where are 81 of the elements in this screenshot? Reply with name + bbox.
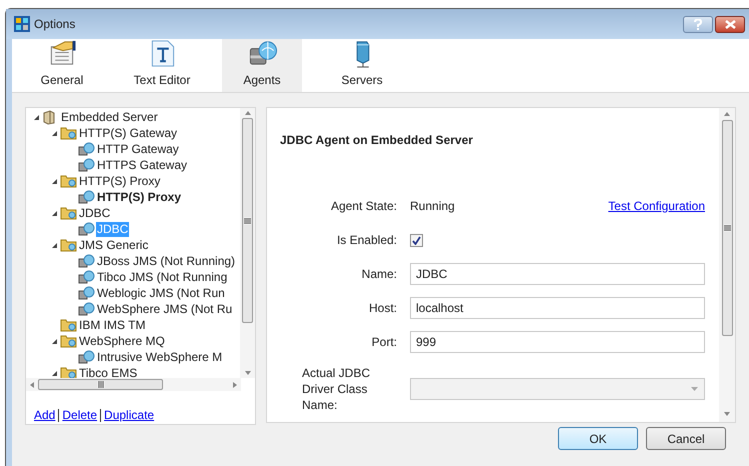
text-field[interactable]: localhost	[410, 297, 705, 319]
help-button[interactable]	[683, 16, 713, 32]
tree-item[interactable]: HTTP Gateway	[96, 142, 180, 156]
tree-item[interactable]: HTTPS Gateway	[96, 158, 188, 172]
scroll-down-icon	[724, 412, 730, 416]
app-icon	[14, 16, 30, 32]
tree-item[interactable]: IBM IMS TM	[78, 318, 146, 332]
tree-item[interactable]: Embedded Server	[60, 110, 159, 124]
field-label: Actual JDBC Driver Class Name:	[301, 365, 372, 413]
expand-arrow-icon[interactable]	[34, 114, 38, 120]
scroll-thumb[interactable]	[242, 118, 253, 323]
agent-icon	[78, 142, 95, 156]
agent-icon	[78, 302, 95, 316]
tree-item[interactable]: JDBC	[78, 206, 112, 220]
scroll-left-icon	[30, 382, 34, 388]
tree-action-link[interactable]: Delete	[62, 406, 98, 424]
field-label: Host:	[368, 300, 398, 316]
tree-action-link[interactable]: Add	[34, 406, 56, 424]
text-field[interactable]: JDBC	[410, 263, 705, 285]
close-button[interactable]	[715, 16, 745, 32]
scroll-thumb[interactable]	[722, 120, 732, 336]
test-configuration-link[interactable]: Test Configuration	[608, 197, 705, 215]
agent-icon	[78, 350, 95, 364]
close-icon	[724, 20, 736, 28]
scroll-up-icon	[724, 112, 730, 116]
field-label: Is Enabled:	[336, 232, 398, 248]
grip-icon	[98, 381, 104, 388]
tree-item[interactable]: JMS Generic	[78, 238, 150, 252]
tree-item[interactable]: HTTP(S) Proxy	[78, 174, 162, 188]
folder-icon	[60, 318, 77, 332]
dropdown-arrow-icon	[691, 387, 698, 391]
expand-arrow-icon[interactable]	[52, 338, 56, 344]
scroll-down-icon	[244, 371, 250, 375]
folder-icon	[60, 334, 77, 348]
scroll-up-icon	[244, 111, 250, 115]
agent-icon	[78, 270, 95, 284]
agent-icon	[78, 158, 95, 172]
tree-item[interactable]: Tibco EMS	[78, 366, 138, 378]
agent-icon	[78, 190, 95, 204]
grip-icon	[724, 225, 730, 231]
vertical-scrollbar[interactable]	[240, 108, 255, 378]
scroll-right-icon	[233, 382, 237, 388]
scroll-thumb[interactable]	[38, 379, 163, 390]
dialog-button[interactable]: OK	[558, 427, 638, 450]
text-field[interactable]: 999	[410, 331, 705, 353]
tree-item[interactable]: Tibco JMS (Not Running	[96, 270, 228, 284]
field-label: Port:	[370, 334, 398, 350]
folder-icon	[60, 238, 77, 252]
enabled-checkbox[interactable]	[410, 234, 423, 246]
field-label: Agent State:	[330, 198, 398, 214]
folder-icon	[60, 126, 77, 140]
expand-arrow-icon[interactable]	[52, 370, 56, 376]
panel-heading: JDBC Agent on Embedded Server	[280, 132, 474, 149]
tree-action-link[interactable]: Duplicate	[104, 406, 154, 424]
expand-arrow-icon[interactable]	[52, 178, 56, 184]
status-value: Running	[410, 198, 455, 215]
field-label: Name:	[360, 266, 398, 282]
vertical-scrollbar[interactable]	[719, 108, 735, 422]
help-icon	[694, 18, 702, 30]
tree-item[interactable]: HTTP(S) Proxy	[96, 190, 182, 204]
agent-icon	[78, 222, 95, 236]
tree-item[interactable]: Weblogic JMS (Not Run	[96, 286, 226, 300]
expand-arrow-icon[interactable]	[52, 242, 56, 248]
grip-icon	[244, 218, 251, 224]
tree-item[interactable]: WebSphere MQ	[78, 334, 166, 348]
tree-item[interactable]: JBoss JMS (Not Running)	[96, 254, 236, 268]
horizontal-scrollbar[interactable]	[26, 378, 241, 391]
folder-icon	[60, 206, 77, 220]
agent-icon	[78, 286, 95, 300]
window-title: Options	[34, 16, 76, 33]
tree-item[interactable]: Intrusive WebSphere M	[96, 350, 224, 364]
toolbar-tab[interactable]: Agents	[222, 39, 302, 92]
expand-arrow-icon[interactable]	[52, 210, 56, 216]
folder-icon	[60, 366, 77, 378]
server-icon	[42, 110, 56, 124]
expand-arrow-icon[interactable]	[52, 130, 56, 136]
folder-icon	[60, 174, 77, 188]
agent-icon	[78, 254, 95, 268]
dialog-button[interactable]: Cancel	[646, 427, 726, 450]
tree-item[interactable]: WebSphere JMS (Not Ru	[96, 302, 234, 316]
tree-item[interactable]: HTTP(S) Gateway	[78, 126, 178, 140]
